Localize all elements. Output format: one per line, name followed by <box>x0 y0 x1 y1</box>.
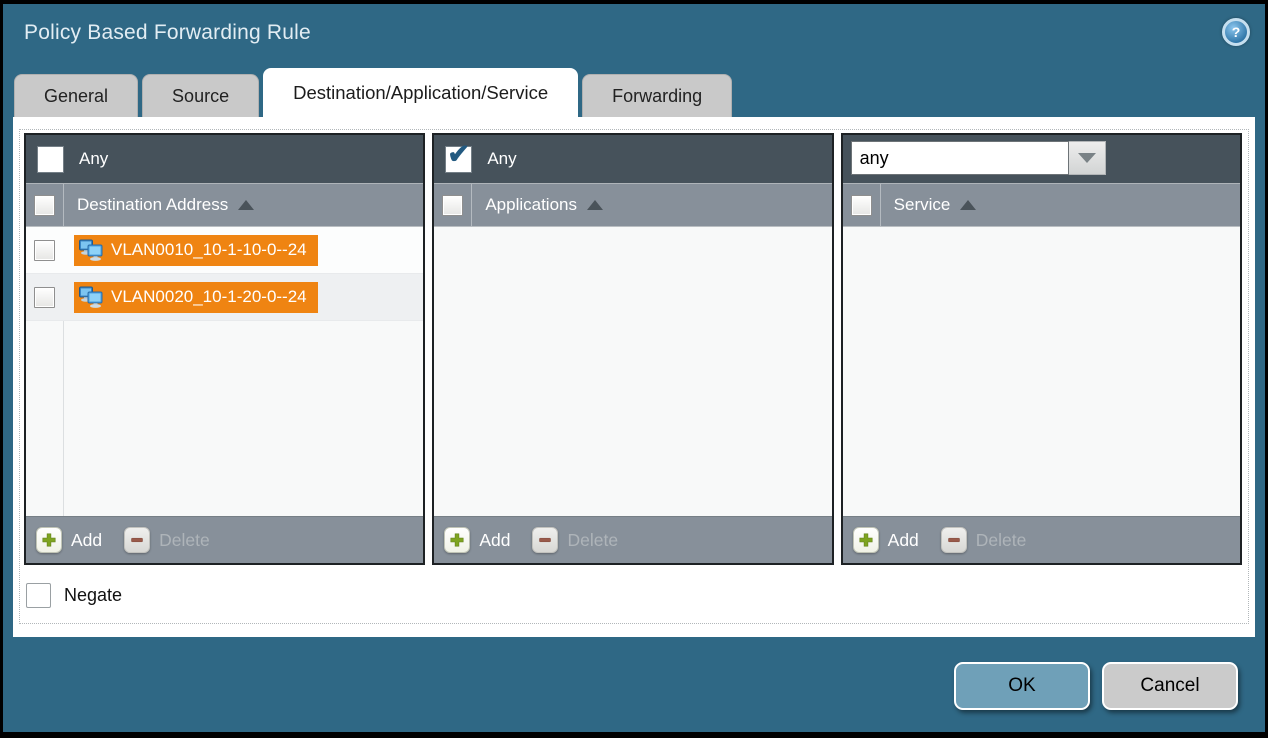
applications-list <box>434 227 831 516</box>
plus-icon <box>444 527 470 553</box>
destination-any-checkbox[interactable] <box>37 146 64 173</box>
tab-source-label: Source <box>172 86 229 107</box>
service-column-title: Service <box>894 195 951 215</box>
service-panel: any Service <box>841 133 1242 565</box>
tab-content-panel: Any Destination Address <box>13 117 1255 637</box>
destination-list: VLAN0010_10-1-10-0--24 VLAN0020_10-1-20-… <box>26 227 423 516</box>
destination-any-label: Any <box>79 149 108 169</box>
add-label: Add <box>71 530 102 551</box>
chevron-down-icon <box>1078 153 1096 163</box>
applications-any-checkbox[interactable] <box>445 146 472 173</box>
destination-footer: Add Delete <box>26 516 423 563</box>
delete-destination-button[interactable]: Delete <box>124 527 210 553</box>
tab-bar: General Source Destination/Application/S… <box>3 68 1265 117</box>
destination-column-title: Destination Address <box>77 195 228 215</box>
delete-label: Delete <box>976 530 1027 551</box>
delete-label: Delete <box>567 530 618 551</box>
row-checkbox-cell <box>26 227 63 273</box>
negate-label: Negate <box>64 585 122 606</box>
negate-row: Negate <box>26 583 122 608</box>
sort-ascending-icon <box>587 200 603 210</box>
row-checkbox-cell <box>26 274 63 320</box>
network-icon <box>78 286 104 309</box>
add-label: Add <box>479 530 510 551</box>
negate-checkbox[interactable] <box>26 583 51 608</box>
applications-selectall-cell <box>434 184 472 226</box>
sort-ascending-icon <box>960 200 976 210</box>
destination-any-bar: Any <box>26 135 423 183</box>
service-footer: Add Delete <box>843 516 1240 563</box>
applications-panel: Any Applications <box>432 133 833 565</box>
service-selectall-cell <box>843 184 881 226</box>
tab-general-label: General <box>44 86 108 107</box>
address-item-label: VLAN0020_10-1-20-0--24 <box>111 287 307 307</box>
service-dropdown[interactable]: any <box>851 141 1106 177</box>
destination-address-panel: Any Destination Address <box>24 133 425 565</box>
applications-column-header[interactable]: Applications <box>434 183 831 227</box>
screen: Policy Based Forwarding Rule ? General S… <box>0 0 1268 738</box>
row-checkbox[interactable] <box>34 287 55 308</box>
add-service-button[interactable]: Add <box>853 527 919 553</box>
service-column-header[interactable]: Service <box>843 183 1240 227</box>
tab-destination-label: Destination/Application/Service <box>293 82 548 104</box>
tab-forwarding-label: Forwarding <box>612 86 702 107</box>
table-row[interactable]: VLAN0020_10-1-20-0--24 <box>26 274 423 321</box>
applications-any-label: Any <box>487 149 516 169</box>
delete-application-button[interactable]: Delete <box>532 527 618 553</box>
destination-column-header[interactable]: Destination Address <box>26 183 423 227</box>
policy-based-forwarding-dialog: Policy Based Forwarding Rule ? General S… <box>3 4 1265 732</box>
address-item[interactable]: VLAN0010_10-1-10-0--24 <box>74 235 318 266</box>
plus-icon <box>853 527 879 553</box>
tab-general[interactable]: General <box>14 74 138 117</box>
delete-label: Delete <box>159 530 210 551</box>
add-label: Add <box>888 530 919 551</box>
sort-ascending-icon <box>238 200 254 210</box>
applications-selectall-checkbox[interactable] <box>442 195 463 216</box>
add-destination-button[interactable]: Add <box>36 527 102 553</box>
dialog-titlebar: Policy Based Forwarding Rule ? <box>3 4 1265 68</box>
applications-footer: Add Delete <box>434 516 831 563</box>
network-icon <box>78 239 104 262</box>
service-dropdown-bar: any <box>843 135 1240 183</box>
address-item[interactable]: VLAN0020_10-1-20-0--24 <box>74 282 318 313</box>
address-item-label: VLAN0010_10-1-10-0--24 <box>111 240 307 260</box>
page-title: Policy Based Forwarding Rule <box>24 21 311 45</box>
destination-selectall-cell <box>26 184 64 226</box>
table-row[interactable]: VLAN0010_10-1-10-0--24 <box>26 227 423 274</box>
service-dropdown-value[interactable]: any <box>851 141 1069 175</box>
applications-column-title: Applications <box>485 195 577 215</box>
delete-service-button[interactable]: Delete <box>941 527 1027 553</box>
service-selectall-checkbox[interactable] <box>851 195 872 216</box>
minus-icon <box>124 527 150 553</box>
ok-button[interactable]: OK <box>954 662 1090 710</box>
plus-icon <box>36 527 62 553</box>
minus-icon <box>941 527 967 553</box>
minus-icon <box>532 527 558 553</box>
add-application-button[interactable]: Add <box>444 527 510 553</box>
dropdown-button[interactable] <box>1069 141 1106 175</box>
service-list <box>843 227 1240 516</box>
dialog-footer: OK Cancel <box>954 662 1238 710</box>
tab-destination-application-service[interactable]: Destination/Application/Service <box>263 68 578 117</box>
applications-any-bar: Any <box>434 135 831 183</box>
help-icon[interactable]: ? <box>1222 18 1250 46</box>
row-checkbox[interactable] <box>34 240 55 261</box>
columns-container: Any Destination Address <box>24 133 1242 565</box>
tab-source[interactable]: Source <box>142 74 259 117</box>
destination-selectall-checkbox[interactable] <box>34 195 55 216</box>
tab-forwarding[interactable]: Forwarding <box>582 74 732 117</box>
cancel-button[interactable]: Cancel <box>1102 662 1238 710</box>
